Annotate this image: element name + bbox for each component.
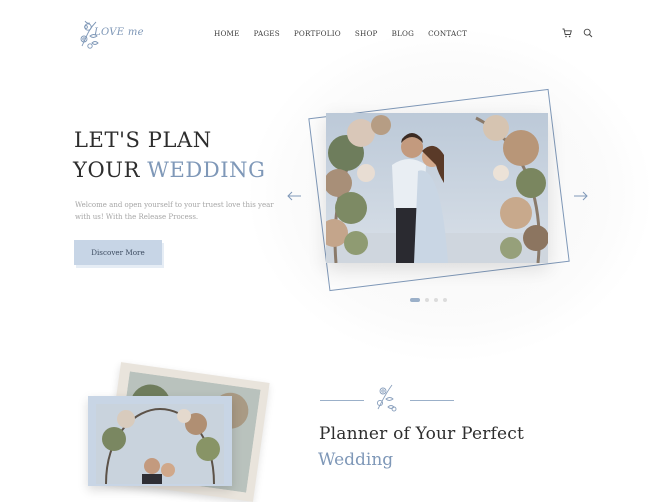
nav-item-contact[interactable]: CONTACT [428,29,467,38]
hero-title-line2: YOUR WEDDING [73,158,266,182]
hero-title-line1: LET'S PLAN [74,128,212,152]
logo-text[interactable]: LOVE me [94,27,144,38]
slider-dot-2[interactable] [425,298,429,302]
hero-title-accent: WEDDING [147,158,266,182]
slider-dot-3[interactable] [434,298,438,302]
nav-item-pages[interactable]: PAGES [254,29,280,38]
slider-dot-4[interactable] [443,298,447,302]
arrow-right-icon[interactable] [573,190,589,202]
nav-item-home[interactable]: HOME [214,29,240,38]
nav-item-shop[interactable]: SHOP [355,29,378,38]
search-icon[interactable] [583,28,593,38]
divider-line-right [410,400,454,401]
photo-stack-front-image [96,404,224,484]
hero-description: Welcome and open yourself to your truest… [75,201,274,221]
floral-ornament-icon [376,384,397,412]
nav-item-portfolio[interactable]: PORTFOLIO [294,29,341,38]
slider-dot-1[interactable] [410,298,420,302]
discover-more-button[interactable]: Discover More [74,240,162,265]
arrow-left-icon[interactable] [286,190,302,202]
cart-icon[interactable] [562,28,572,38]
planner-subtitle: Wedding [318,450,394,470]
divider-line-left [320,400,364,401]
planner-title: Planner of Your Perfect [319,424,525,444]
main-nav: HOME PAGES PORTFOLIO SHOP BLOG CONTACT [214,29,481,38]
wedding-couple-photo [326,113,548,263]
hero-title-prefix: YOUR [73,158,148,182]
slider-dots [410,298,447,302]
nav-item-blog[interactable]: BLOG [392,29,415,38]
